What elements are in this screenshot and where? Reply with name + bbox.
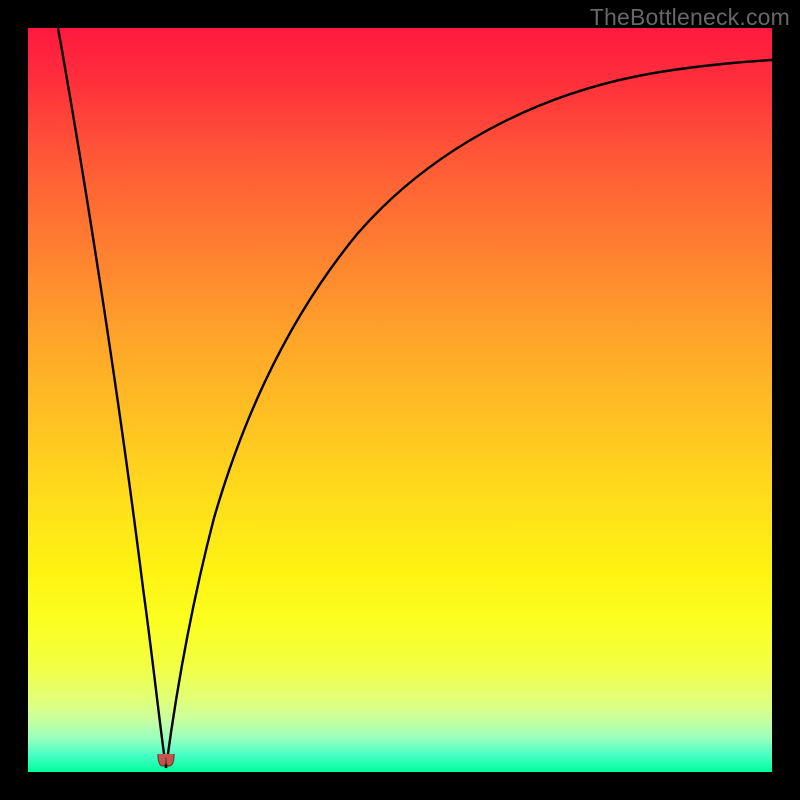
optimum-marker — [155, 752, 177, 768]
bottleneck-curve — [28, 28, 772, 772]
curve-right-branch — [166, 60, 772, 768]
curve-left-branch — [58, 28, 166, 768]
chart-frame: TheBottleneck.com — [0, 0, 800, 800]
plot-area — [28, 28, 772, 772]
watermark-text: TheBottleneck.com — [590, 4, 790, 31]
u-notch-icon — [158, 754, 174, 766]
